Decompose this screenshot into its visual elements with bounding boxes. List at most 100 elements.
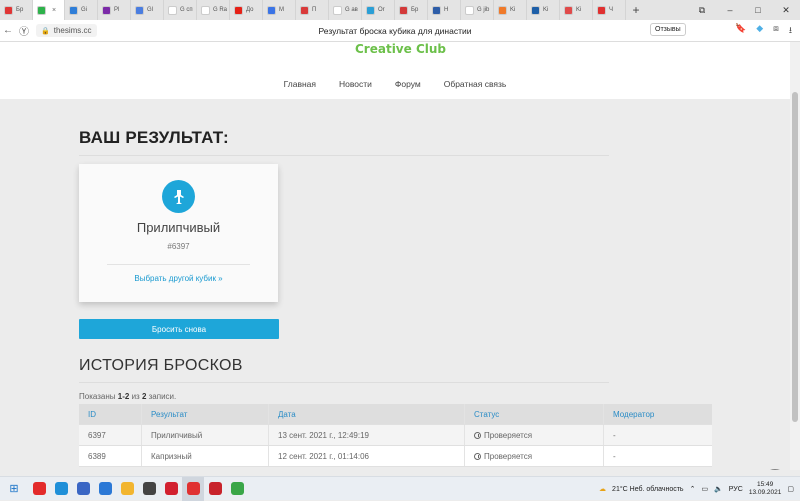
tab-favicon-icon [399,5,408,15]
browser-tab[interactable]: Ki [527,0,560,20]
roll-again-button[interactable]: Бросить снова [79,319,279,339]
cell-id: 6389 [79,446,142,466]
tab-favicon-icon [267,5,276,15]
browser-tab[interactable]: До [230,0,263,20]
site-nav: Главная Новости Форум Обратная связь [0,79,790,89]
result-card: Прилипчивый #6397 Выбрать другой кубик » [79,164,278,302]
system-tray: ☁ 21°C Неб. облачность ⌃ ▭ 🔈 РУС 15:49 1… [599,477,794,501]
browser-tab[interactable]: M [263,0,296,20]
reviews-label: Отзывы [655,26,681,33]
column-header-id[interactable]: ID [79,404,142,424]
volume-icon[interactable]: 🔈 [714,485,723,493]
cube-icon [162,180,195,213]
browser-tab[interactable]: Ki [494,0,527,20]
url-text: thesims.cc [53,26,92,35]
pinterest-icon[interactable] [204,477,226,501]
tab-favicon-icon [333,5,342,15]
browser-tab[interactable]: Gl [131,0,164,20]
cell-status: Проверяется [465,425,604,445]
history-title: ИСТОРИЯ БРОСКОВ [79,357,243,374]
tab-favicon-icon [234,5,243,15]
tab-favicon-icon [366,5,375,15]
browser-tab[interactable]: Ki [560,0,593,20]
browser-tab[interactable]: Ч [593,0,626,20]
maximize-button[interactable]: □ [744,5,772,15]
choose-other-cube-link[interactable]: Выбрать другой кубик » [79,274,278,283]
tab-favicon-icon [465,5,474,15]
nav-item-home[interactable]: Главная [284,79,316,89]
browser-tab[interactable]: G Ra [197,0,230,20]
result-name: Прилипчивый [136,220,221,235]
browser-tab[interactable]: G ав [329,0,362,20]
new-tab-button[interactable]: + [626,3,646,17]
tray-arrow-icon[interactable]: ⌃ [690,485,696,493]
browser-tab[interactable]: G jib [461,0,494,20]
address-bar: ← Ⓨ 🔒 thesims.cc Результат броска кубика… [0,20,800,42]
page-scrollbar[interactable] [790,42,800,470]
language-indicator[interactable]: РУС [729,486,743,493]
nav-item-news[interactable]: Новости [339,79,372,89]
url-field[interactable]: 🔒 thesims.cc [36,24,97,37]
browser-tab[interactable]: П [296,0,329,20]
bookmark-icon[interactable]: 🔖 [735,23,746,39]
sims-icon[interactable] [226,477,248,501]
table-row: 6389 Капризный 12 сент. 2021 г., 01:14:0… [79,446,712,467]
divider [79,155,609,156]
browser-tab[interactable]: G сп [164,0,197,20]
browser-tab[interactable]: Бр [395,0,428,20]
network-icon[interactable]: ▭ [701,485,708,493]
tab-favicon-icon [69,5,78,15]
browser-tab[interactable]: Бр [0,0,33,20]
download-icon[interactable]: ⭳ [789,23,792,39]
column-header-result[interactable]: Результат [142,404,269,424]
yandex-icon[interactable] [28,477,50,501]
yandex-browser-icon[interactable] [182,476,204,501]
browser-tab[interactable]: Н [428,0,461,20]
game-icon[interactable] [138,477,160,501]
nav-item-feedback[interactable]: Обратная связь [444,79,507,89]
taskbar-clock[interactable]: 15:49 13.09.2021 [749,481,782,497]
weather-icon: ☁ [599,486,607,493]
start-button[interactable]: ⊞ [0,482,28,495]
store-icon[interactable] [72,477,94,501]
cell-moderator: - [613,451,616,461]
files-icon[interactable] [116,477,138,501]
site-logo[interactable]: Creative Club [355,42,446,56]
tab-close-icon[interactable]: × [52,7,56,14]
scroll-top-button[interactable] [762,469,788,470]
column-header-moderator[interactable]: Модератор [604,404,712,424]
cell-id: 6397 [79,425,142,445]
alice-icon[interactable]: ◆ [756,23,763,39]
browser-tab-strip: Бр × Gi Pl Gl G сп G Ra До M П G ав Or Бр Н G jib Ki Ki K… [0,0,800,20]
reviews-button[interactable]: Отзывы [650,23,686,36]
opera-icon[interactable] [160,477,182,501]
table-header: ID Результат Дата Статус Модератор [79,404,712,425]
back-arrow-icon[interactable]: ← [0,25,16,36]
tab-favicon-icon [300,5,309,15]
browser-tab[interactable]: Gi [65,0,98,20]
weather-text[interactable]: 21°C Неб. облачность [612,486,684,493]
browser-tab[interactable]: Or [362,0,395,20]
minimize-button[interactable]: – [716,5,744,15]
column-header-date[interactable]: Дата [269,404,465,424]
column-header-status[interactable]: Статус [465,404,604,424]
mail-icon[interactable] [94,477,116,501]
result-id: #6397 [167,242,190,251]
notification-icon[interactable]: ▢ [787,485,794,493]
tab-favicon-icon [201,5,210,15]
cell-result: Прилипчивый [142,425,269,445]
edge-icon[interactable] [50,477,72,501]
taskbar: ⊞ ☁ 21°C Неб. облачность ⌃ ▭ 🔈 РУС 15:49… [0,476,800,501]
lock-icon: 🔒 [41,27,50,35]
browser-tab[interactable]: Pl [98,0,131,20]
tab-overview-icon[interactable]: ⧉ [688,5,716,16]
browser-tab[interactable]: × [33,0,65,20]
close-window-button[interactable]: ✕ [772,5,800,16]
history-table: ID Результат Дата Статус Модератор 6397 … [79,404,712,467]
yandex-y-icon[interactable]: Ⓨ [16,23,32,38]
collections-icon[interactable]: ⧈ [773,23,779,39]
cell-moderator: - [613,430,616,440]
tab-favicon-icon [564,5,573,15]
nav-item-forum[interactable]: Форум [395,79,421,89]
scrollbar-thumb[interactable] [792,92,798,422]
